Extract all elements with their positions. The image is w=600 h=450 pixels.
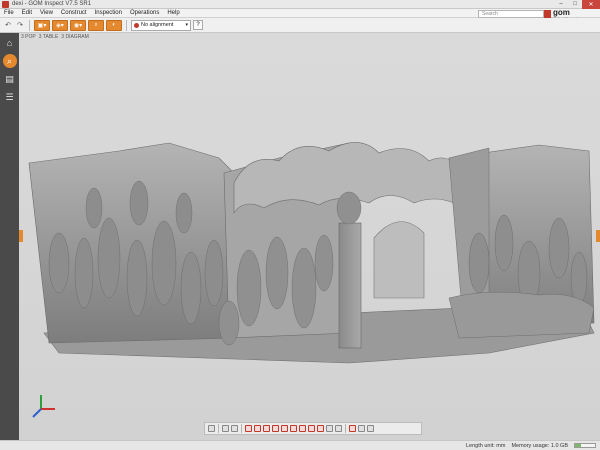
view-toolbar-separator xyxy=(218,424,219,433)
help-button[interactable]: ? xyxy=(193,20,203,30)
left-panel-handle[interactable] xyxy=(19,230,23,242)
search-placeholder: Search xyxy=(482,11,498,17)
menu-view[interactable]: View xyxy=(36,10,57,16)
coordinate-triad-icon xyxy=(32,395,55,418)
inspect-tool-button[interactable]: ◉▾ xyxy=(70,19,86,31)
menu-inspection[interactable]: Inspection xyxy=(91,10,126,16)
main-toolbar: ↶ ↷ ▣▾ ◈▾ ◉▾ ⌕ ◐ No alignment ▾ ? xyxy=(0,18,600,33)
view-option-icon[interactable] xyxy=(272,425,279,432)
select-tool-button[interactable]: ▣▾ xyxy=(34,19,50,31)
view-option-icon[interactable] xyxy=(317,425,324,432)
title-bar: dexi - GOM Inspect V7.5 SR1 – □ ✕ xyxy=(0,0,600,9)
zoom-tool-button[interactable]: ⌕ xyxy=(88,19,104,31)
view-option-icon[interactable] xyxy=(281,425,288,432)
zoom-icon[interactable]: ⌕ xyxy=(2,54,17,68)
view-option-icon[interactable] xyxy=(308,425,315,432)
toolbar-separator xyxy=(29,19,30,31)
app-icon xyxy=(2,0,9,8)
view-option-icon[interactable] xyxy=(208,425,215,432)
view-option-icon[interactable] xyxy=(299,425,306,432)
view-option-icon[interactable] xyxy=(358,425,365,432)
view-option-icon[interactable] xyxy=(326,425,333,432)
menu-file[interactable]: File xyxy=(0,10,18,16)
status-bar: Length unit: mm Memory usage: 1.0 GB xyxy=(0,440,600,450)
menu-operations[interactable]: Operations xyxy=(126,10,163,16)
menu-edit[interactable]: Edit xyxy=(18,10,36,16)
menu-construct[interactable]: Construct xyxy=(57,10,91,16)
home-icon[interactable]: ⌂ xyxy=(3,36,17,50)
memory-usage-fill xyxy=(575,444,581,447)
right-panel-handle[interactable] xyxy=(596,230,600,242)
memory-usage-bar xyxy=(574,443,596,448)
alignment-label: No alignment xyxy=(141,22,174,28)
search-input[interactable]: Search xyxy=(478,10,544,18)
view-toolbar-separator xyxy=(345,424,346,433)
close-button[interactable]: ✕ xyxy=(582,0,600,9)
redo-button[interactable]: ↷ xyxy=(15,20,25,30)
construct-tool-button[interactable]: ◈▾ xyxy=(52,19,68,31)
view-option-icon[interactable] xyxy=(335,425,342,432)
window-title: dexi - GOM Inspect V7.5 SR1 xyxy=(12,1,92,7)
view-option-icon[interactable] xyxy=(231,425,238,432)
view-option-icon[interactable] xyxy=(290,425,297,432)
scanned-relief-model[interactable] xyxy=(19,33,600,440)
view-option-icon[interactable] xyxy=(222,425,229,432)
memory-usage-status: Memory usage: 1.0 GB xyxy=(511,442,568,449)
list-icon[interactable]: ☰ xyxy=(3,90,17,104)
3d-viewport[interactable]: 3 POP 3 TABLE 3 DIAGRAM xyxy=(19,33,600,440)
search-button[interactable] xyxy=(544,10,551,18)
toolbar-separator xyxy=(126,19,127,31)
chevron-down-icon: ▾ xyxy=(185,22,188,28)
view-option-icon[interactable] xyxy=(254,425,261,432)
maximize-button[interactable]: □ xyxy=(568,0,582,9)
menu-bar: File Edit View Construct Inspection Oper… xyxy=(0,9,600,18)
view-toolbar-separator xyxy=(241,424,242,433)
undo-button[interactable]: ↶ xyxy=(3,20,13,30)
view-tool-button[interactable]: ◐ xyxy=(106,19,122,31)
view-option-icon[interactable] xyxy=(367,425,374,432)
document-icon[interactable]: ▤ xyxy=(3,72,17,86)
menu-help[interactable]: Help xyxy=(163,10,183,16)
length-unit-status: Length unit: mm xyxy=(466,442,506,449)
alignment-select[interactable]: No alignment ▾ xyxy=(131,19,191,31)
view-option-icon[interactable] xyxy=(263,425,270,432)
alignment-status-icon xyxy=(134,22,139,28)
view-option-icon[interactable] xyxy=(349,425,356,432)
left-sidebar: ⌂ ⌕ ▤ ☰ xyxy=(0,33,19,440)
brand-logo-text: gom xyxy=(553,8,570,17)
view-toolbar xyxy=(204,422,422,435)
view-option-icon[interactable] xyxy=(245,425,252,432)
